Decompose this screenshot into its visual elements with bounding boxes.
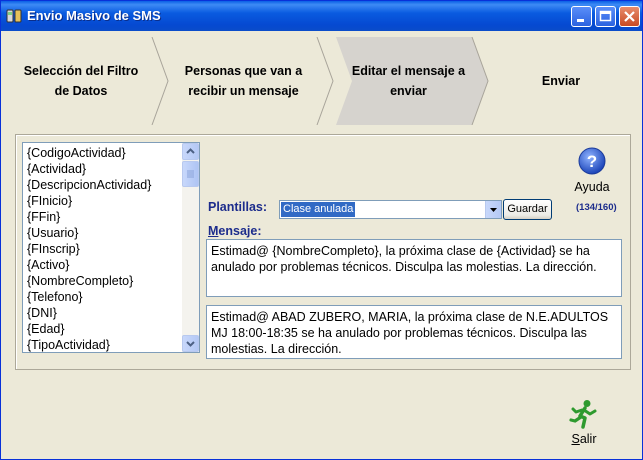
- templates-dropdown-button[interactable]: [485, 201, 501, 218]
- step-label: de Datos: [54, 84, 108, 98]
- scroll-down-button[interactable]: [182, 335, 199, 352]
- main-window: Envio Masivo de SMS Selección del Filtro…: [0, 0, 643, 460]
- field-item[interactable]: {DNI}: [23, 305, 183, 321]
- field-item[interactable]: {Activo}: [23, 257, 183, 273]
- step-label: enviar: [390, 84, 427, 98]
- wizard-step-filter[interactable]: Selección del Filtro de Datos: [6, 37, 156, 125]
- step-label: Personas que van a: [184, 64, 303, 78]
- exit-label: Salir: [564, 432, 604, 446]
- chevron-down-icon: [490, 208, 497, 212]
- help-button[interactable]: ? Ayuda: [571, 146, 613, 194]
- save-template-button[interactable]: Guardar: [503, 199, 552, 220]
- field-list[interactable]: {CodigoActividad} {Actividad} {Descripci…: [22, 142, 200, 353]
- message-label-rest: ensaje:: [218, 224, 262, 238]
- field-item[interactable]: {TipoActividad}: [23, 337, 183, 352]
- character-counter: (134/160): [576, 202, 617, 213]
- field-item[interactable]: {Telefono}: [23, 289, 183, 305]
- field-item[interactable]: {FInicio}: [23, 193, 183, 209]
- message-preview: Estimad@ ABAD ZUBERO, MARIA, la próxima …: [206, 305, 622, 359]
- field-item[interactable]: {FFin}: [23, 209, 183, 225]
- exit-button[interactable]: Salir: [564, 399, 604, 446]
- minimize-icon: [577, 19, 584, 22]
- chevron-up-icon: [186, 148, 195, 154]
- svg-text:?: ?: [587, 152, 597, 171]
- field-item[interactable]: {FInscrip}: [23, 241, 183, 257]
- exit-label-accesskey: S: [571, 432, 580, 446]
- minimize-button[interactable]: [571, 6, 592, 27]
- message-label-accesskey: M: [208, 224, 219, 238]
- templates-select[interactable]: Clase anulada: [279, 200, 502, 219]
- field-item[interactable]: {NombreCompleto}: [23, 273, 183, 289]
- wizard-step-edit-message[interactable]: Editar el mensaje a enviar: [336, 37, 481, 125]
- step-label: Editar el mensaje a: [351, 64, 466, 78]
- scroll-up-button[interactable]: [182, 143, 199, 160]
- message-template-textarea[interactable]: Estimad@ {NombreCompleto}, la próxima cl…: [206, 239, 622, 297]
- maximize-icon: [599, 10, 612, 22]
- running-man-icon: [569, 400, 597, 429]
- scroll-thumb[interactable]: [182, 161, 199, 187]
- wizard-steps: Selección del Filtro de Datos Personas qu…: [6, 37, 639, 125]
- help-question-icon: ?: [578, 147, 606, 175]
- field-list-scrollbar[interactable]: [182, 143, 199, 352]
- templates-selected-value: Clase anulada: [281, 202, 356, 217]
- grip-icon: [187, 170, 194, 178]
- message-label: Mensaje:: [208, 224, 262, 238]
- field-item[interactable]: {Edad}: [23, 321, 183, 337]
- exit-label-rest: alir: [579, 432, 597, 446]
- field-item[interactable]: {DescripcionActividad}: [23, 177, 183, 193]
- step-label: Selección del Filtro: [23, 64, 139, 78]
- close-icon: [624, 11, 635, 22]
- field-item[interactable]: {Actividad}: [23, 161, 183, 177]
- wizard-step-recipients[interactable]: Personas que van a recibir un mensaje: [166, 37, 321, 125]
- field-item[interactable]: {CodigoActividad}: [23, 145, 183, 161]
- step-label: recibir un mensaje: [188, 84, 299, 98]
- wizard-step-send[interactable]: Enviar: [486, 37, 636, 125]
- chevron-down-icon: [186, 341, 195, 347]
- app-icon: [6, 9, 22, 23]
- window-title: Envio Masivo de SMS: [27, 8, 161, 23]
- field-item[interactable]: {Usuario}: [23, 225, 183, 241]
- title-bar[interactable]: Envio Masivo de SMS: [1, 1, 642, 31]
- maximize-button[interactable]: [595, 6, 616, 27]
- help-label: Ayuda: [574, 180, 610, 194]
- close-button[interactable]: [619, 6, 640, 27]
- step-label: Enviar: [541, 74, 581, 88]
- templates-label: Plantillas:: [208, 200, 268, 214]
